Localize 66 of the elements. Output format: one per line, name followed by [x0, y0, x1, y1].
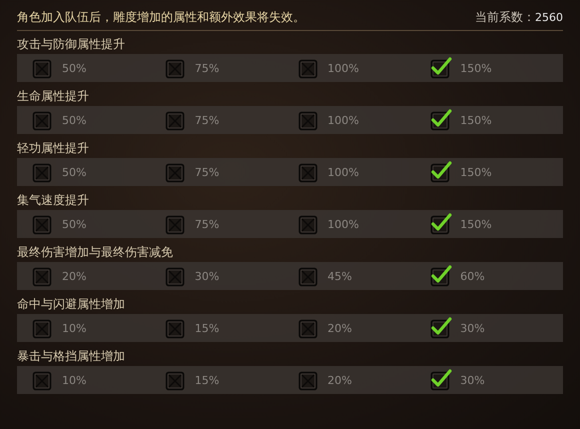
checked-checkbox[interactable]: [430, 109, 452, 131]
unchecked-checkbox[interactable]: [32, 369, 54, 391]
unchecked-checkbox[interactable]: [298, 161, 320, 183]
unchecked-checkbox[interactable]: [298, 109, 320, 131]
percent-label: 150%: [460, 114, 492, 126]
percent-label: 60%: [460, 270, 485, 282]
checked-checkbox[interactable]: [430, 57, 452, 79]
group-title: 生命属性提升: [17, 88, 90, 105]
checked-checkbox[interactable]: [430, 265, 452, 287]
percent-label: 20%: [328, 374, 352, 386]
percent-label: 30%: [460, 322, 485, 334]
percent-label: 10%: [62, 322, 86, 334]
percent-label: 75%: [194, 218, 220, 230]
unchecked-checkbox[interactable]: [32, 109, 54, 131]
percent-label: 15%: [194, 374, 220, 386]
percent-label: 45%: [328, 270, 352, 282]
unchecked-checkbox[interactable]: [32, 317, 54, 339]
checked-checkbox[interactable]: [430, 317, 452, 339]
group-title: 轻功属性提升: [17, 140, 90, 157]
percent-label: 150%: [460, 62, 492, 74]
unchecked-checkbox[interactable]: [164, 109, 187, 131]
unchecked-checkbox[interactable]: [32, 213, 54, 235]
percent-label: 150%: [460, 166, 492, 178]
unchecked-checkbox[interactable]: [164, 369, 187, 391]
unchecked-checkbox[interactable]: [164, 317, 187, 339]
unchecked-checkbox[interactable]: [32, 57, 54, 79]
percent-label: 75%: [194, 114, 220, 126]
unchecked-checkbox[interactable]: [164, 161, 187, 183]
unchecked-checkbox[interactable]: [298, 317, 320, 339]
group-title: 暴击与格挡属性增加: [17, 348, 126, 365]
percent-label: 30%: [460, 374, 485, 386]
group-title: 集气速度提升: [17, 192, 90, 209]
unchecked-checkbox[interactable]: [298, 213, 320, 235]
percent-label: 30%: [194, 270, 220, 282]
coefficient-value: 2560: [535, 10, 563, 24]
percent-label: 20%: [328, 322, 352, 334]
coefficient-label: 当前系数：: [475, 8, 535, 26]
percent-label: 75%: [194, 62, 220, 74]
unchecked-checkbox[interactable]: [298, 57, 320, 79]
unchecked-checkbox[interactable]: [298, 265, 320, 287]
percent-label: 50%: [62, 166, 86, 178]
percent-label: 50%: [62, 114, 86, 126]
percent-label: 50%: [62, 62, 86, 74]
unchecked-checkbox[interactable]: [32, 161, 54, 183]
group-title: 攻击与防御属性提升: [17, 36, 126, 53]
percent-label: 10%: [62, 374, 86, 386]
checked-checkbox[interactable]: [430, 161, 452, 183]
percent-label: 150%: [460, 218, 492, 230]
percent-label: 20%: [62, 270, 86, 282]
checked-checkbox[interactable]: [430, 369, 452, 391]
percent-label: 75%: [194, 166, 220, 178]
group-title: 命中与闪避属性增加: [17, 296, 126, 313]
unchecked-checkbox[interactable]: [164, 265, 187, 287]
percent-label: 50%: [62, 218, 86, 230]
unchecked-checkbox[interactable]: [164, 213, 187, 235]
percent-label: 100%: [328, 62, 359, 74]
unchecked-checkbox[interactable]: [32, 265, 54, 287]
group-title: 最终伤害增加与最终伤害减免: [17, 244, 174, 261]
percent-label: 15%: [194, 322, 220, 334]
unchecked-checkbox[interactable]: [164, 57, 187, 79]
checked-checkbox[interactable]: [430, 213, 452, 235]
percent-label: 100%: [328, 166, 359, 178]
unchecked-checkbox[interactable]: [298, 369, 320, 391]
percent-label: 100%: [328, 114, 359, 126]
notice-text: 角色加入队伍后，雕度增加的属性和额外效果将失效。: [17, 8, 305, 26]
percent-label: 100%: [328, 218, 359, 230]
